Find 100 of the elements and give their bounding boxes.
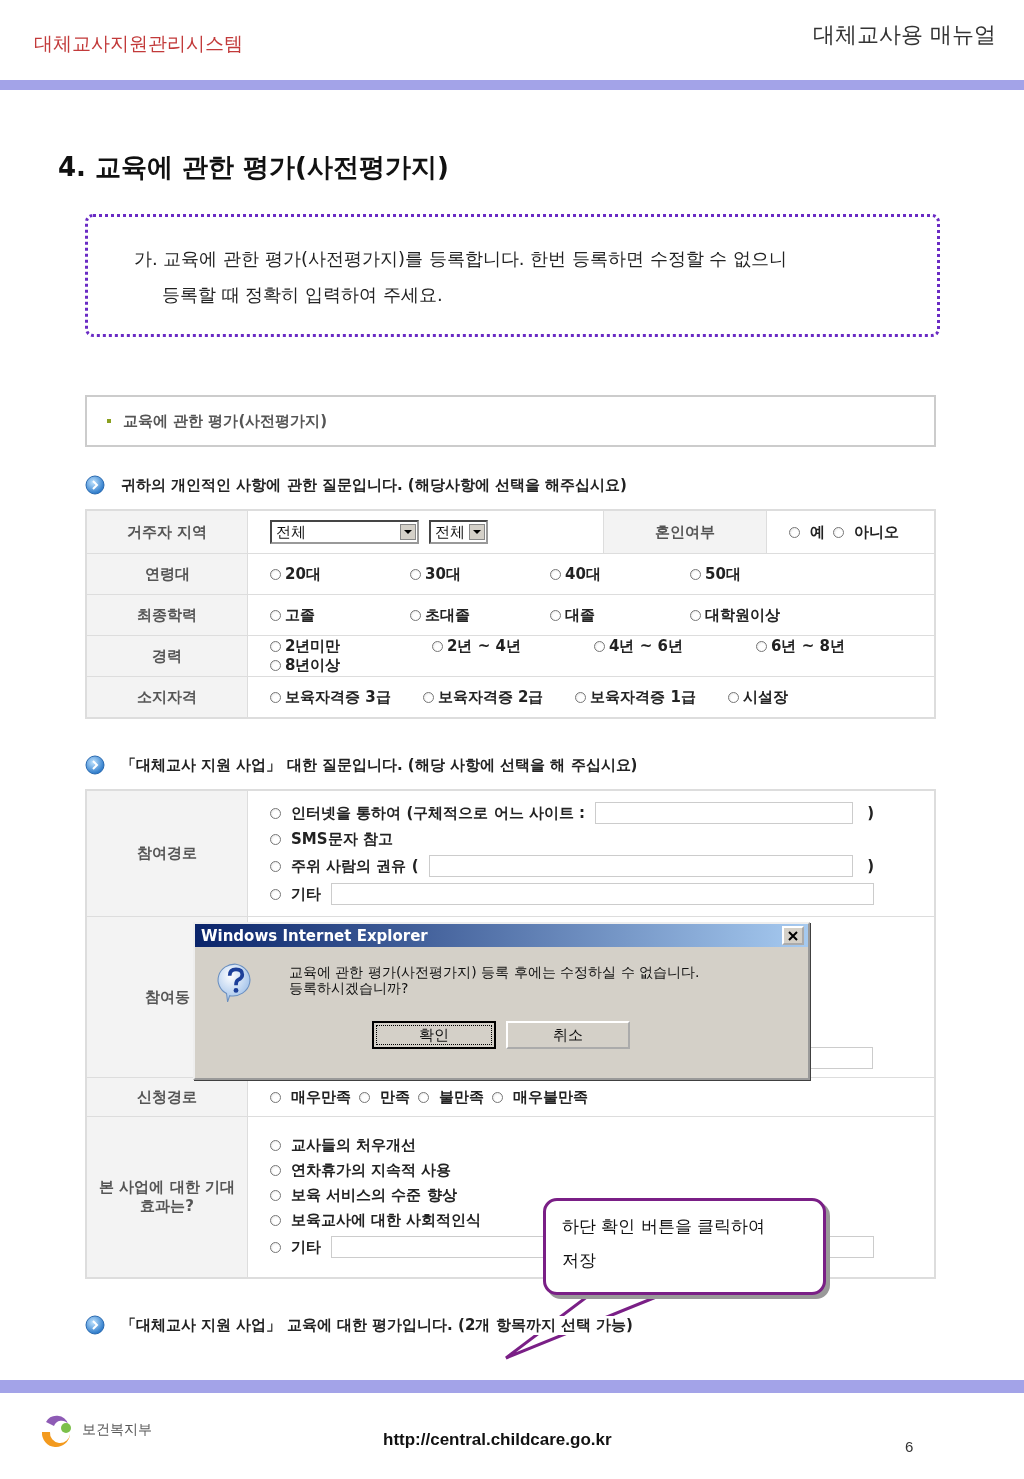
page-number: 6 [905, 1438, 914, 1455]
row-label: 경력 [87, 636, 248, 676]
option-label: 초대졸 [425, 605, 470, 625]
row-label: 거주자 지역 [87, 511, 248, 553]
radio-button[interactable] [418, 1091, 429, 1103]
radio-button[interactable] [410, 609, 421, 621]
option-label: 기타 [291, 1237, 321, 1257]
radio-button[interactable] [270, 641, 281, 652]
option-label: 대학원이상 [705, 605, 780, 625]
page-title: 4. 교육에 관한 평가(사전평가지) [58, 151, 450, 184]
dialog-message: 교육에 관한 평가(사전평가지) 등록 후에는 수정하실 수 없습니다. [289, 964, 700, 980]
option-label: 인터넷을 통하여 (구체적으로 어느 사이트 : [291, 803, 585, 823]
radio-button[interactable] [833, 526, 844, 538]
option-label: 연차휴가의 지속적 사용 [291, 1161, 452, 1180]
callout-text: 하단 확인 버튼을 클릭하여 저장 [562, 1215, 767, 1272]
radio-button[interactable] [270, 807, 281, 819]
system-name: 대체교사지원관리시스템 [34, 31, 243, 56]
option-label: 6년 ~ 8년 [771, 637, 845, 656]
input-field[interactable] [594, 802, 854, 824]
option-label: 매우불만족 [513, 1087, 588, 1107]
row-label: 참여경로 [87, 791, 248, 916]
radio-button[interactable] [270, 1091, 281, 1103]
arrow-circle-icon [85, 1315, 105, 1335]
option-label: 4년 ~ 6년 [609, 637, 683, 656]
radio-button[interactable] [789, 526, 800, 538]
row-label: 본 사업에 대한 기대 효과는? [87, 1117, 248, 1277]
radio-button[interactable] [728, 691, 739, 703]
dialog-button[interactable]: 취소 [506, 1021, 630, 1049]
radio-button[interactable] [270, 1165, 281, 1176]
option-label: SMS문자 참고 [291, 830, 393, 849]
option-label: ) [867, 804, 874, 822]
option-label: 보육자격증 2급 [437, 687, 544, 707]
input-field[interactable] [428, 855, 854, 877]
footer-url: http://central.childcare.go.kr [383, 1430, 612, 1450]
row-label: 혼인여부 [604, 511, 767, 553]
radio-button[interactable] [756, 641, 767, 652]
radio-button[interactable] [432, 641, 443, 652]
radio-button[interactable] [270, 1190, 281, 1201]
radio-button[interactable] [359, 1091, 370, 1103]
dropdown-icon [469, 524, 485, 540]
row-label: 신청경로 [87, 1078, 248, 1116]
radio-button[interactable] [492, 1091, 503, 1103]
option-label: 40대 [565, 564, 601, 584]
radio-button[interactable] [422, 691, 434, 703]
option-label: 기타 [291, 884, 321, 904]
option-label: 대졸 [565, 605, 595, 625]
option-label: 50대 [705, 564, 741, 584]
option-label: 8년이상 [285, 656, 341, 675]
radio-button[interactable] [270, 1241, 281, 1253]
option-label: 시설장 [743, 687, 788, 707]
option-label: 2년 ~ 4년 [447, 637, 521, 656]
option-label: 예 [810, 522, 825, 542]
select-field[interactable]: 전체 [429, 520, 488, 544]
close-icon [788, 930, 798, 941]
select-field[interactable]: 전체 [270, 520, 419, 544]
row-label: 소지자격 [87, 677, 248, 717]
dropdown-icon [400, 524, 416, 540]
panel-title: 교육에 관한 평가(사전평가지) [123, 411, 328, 431]
option-label: 보육교사에 대한 사회적인식 [291, 1211, 482, 1230]
radio-button[interactable] [270, 568, 281, 580]
input-field[interactable] [331, 883, 874, 905]
notice-text: 가. 교육에 관한 평가(사전평가지)를 등록합니다. 한번 등록하면 수정할 수 없으니 등록할 때 정확히 입력하여 주세요. [134, 247, 788, 307]
option-label: 2년미만 [285, 637, 341, 656]
option-label: 불만족 [439, 1087, 484, 1107]
radio-button[interactable] [270, 691, 281, 703]
bullet-icon [107, 419, 111, 423]
ministry-name: 보건복지부 [82, 1421, 152, 1439]
dialog-message: 등록하시겠습니까? [289, 980, 410, 996]
option-label: 보육 서비스의 수준 향상 [291, 1186, 457, 1205]
section-heading: 「대체교사 지원 사업」 대한 질문입니다. (해당 사항에 선택을 해 주십시요) [121, 755, 638, 775]
radio-button[interactable] [270, 860, 281, 872]
row-label: 최종학력 [87, 595, 248, 635]
row-label: 연령대 [87, 554, 248, 594]
option-label: 교사들의 처우개선 [291, 1136, 417, 1155]
option-label: 주위 사람의 권유 ( [291, 856, 419, 876]
arrow-circle-icon [85, 755, 105, 775]
option-label: 보육자격증 1급 [590, 687, 696, 707]
option-label: 고졸 [285, 605, 315, 625]
radio-button[interactable] [410, 568, 421, 580]
section-heading: 귀하의 개인적인 사항에 관한 질문입니다. (해당사항에 선택을 해주십시요) [121, 475, 627, 495]
radio-button[interactable] [594, 641, 605, 652]
radio-button[interactable] [550, 568, 561, 580]
radio-button[interactable] [270, 660, 281, 671]
radio-button[interactable] [270, 1140, 281, 1151]
radio-button[interactable] [270, 888, 281, 900]
radio-button[interactable] [270, 834, 281, 845]
radio-button[interactable] [690, 568, 701, 580]
manual-title: 대체교사용 매뉴얼 [813, 21, 996, 49]
dialog-button[interactable]: 확인 [372, 1021, 496, 1049]
close-button[interactable] [782, 926, 804, 945]
radio-button[interactable] [270, 1215, 281, 1226]
radio-button[interactable] [550, 609, 561, 621]
option-label: 만족 [380, 1087, 410, 1107]
option-label: 매우만족 [291, 1087, 351, 1107]
radio-button[interactable] [575, 691, 587, 703]
option-label: 아니오 [854, 522, 899, 542]
radio-button[interactable] [690, 609, 701, 621]
option-label: 보육자격증 3급 [285, 687, 391, 707]
option-label: 30대 [425, 564, 461, 584]
radio-button[interactable] [270, 609, 281, 621]
